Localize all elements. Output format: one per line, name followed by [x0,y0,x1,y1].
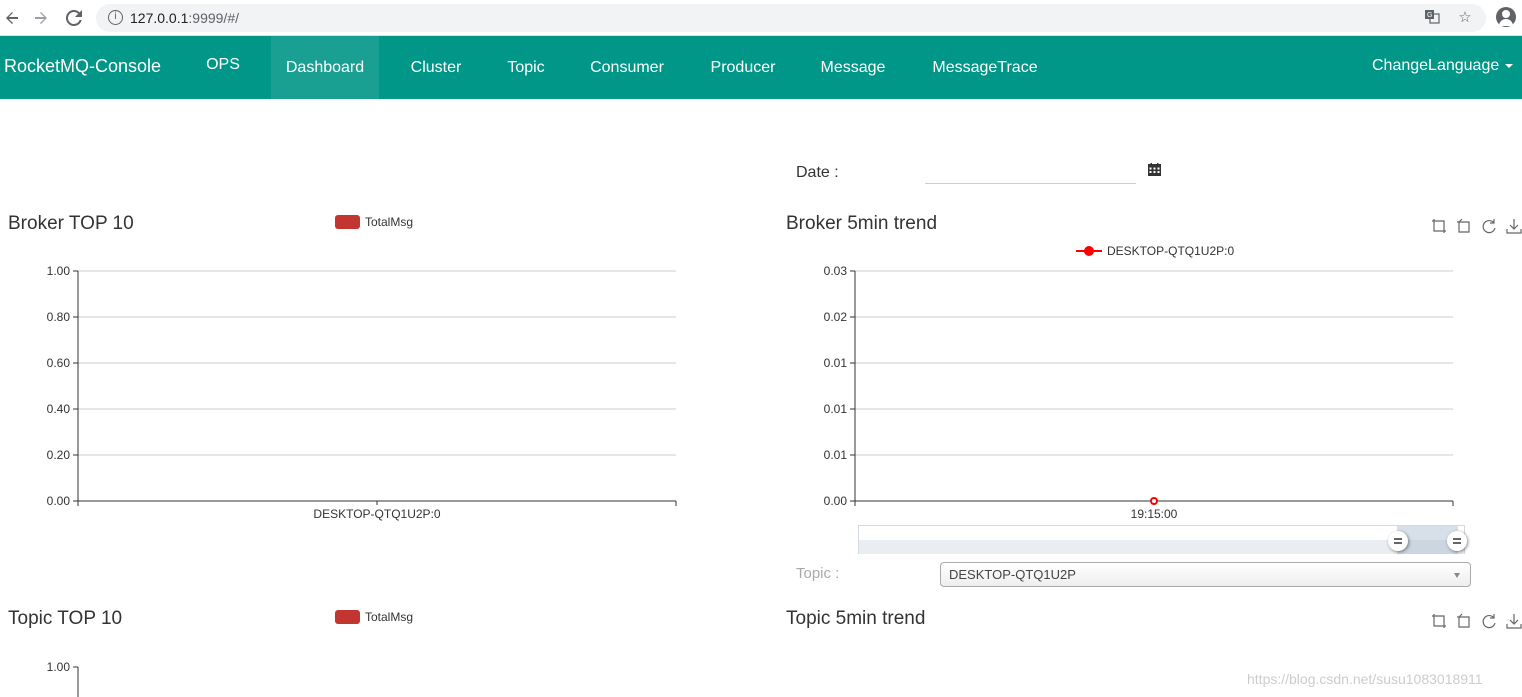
y-tick-label: 0.01 [824,448,848,462]
broker-top10-chart: 0.00 0.20 0.40 0.60 0.80 1.00 DESKTOP-QTQ1U2P:… [47,264,677,521]
nav-item-dashboard[interactable]: Dashboard [271,36,379,99]
browser-toolbar: i 127.0.0.1:9999/#/ G ☆ [0,0,1522,36]
datazoom-background [859,540,1464,554]
y-tick-label: 0.40 [47,402,71,416]
x-tick-label: DESKTOP-QTQ1U2P:0 [313,507,440,521]
zoom-icon[interactable] [1431,218,1447,234]
legend-label: TotalMsg [365,610,414,624]
broker-top10-legend[interactable]: TotalMsg [335,215,413,229]
topic-top10-legend[interactable]: TotalMsg [335,610,413,624]
nav-item-message[interactable]: Message [806,36,900,99]
y-tick-label: 0.80 [47,310,71,324]
address-bar[interactable]: i 127.0.0.1:9999/#/ G ☆ [96,4,1486,32]
nav-item-consumer[interactable]: Consumer [576,36,678,99]
caret-down-icon [1505,63,1514,68]
y-tick-label: 1.00 [47,660,71,674]
nav-item-messagetrace[interactable]: MessageTrace [918,36,1052,99]
y-tick-label: 0.00 [824,494,848,508]
y-tick-label: 0.60 [47,356,71,370]
date-input[interactable] [925,160,1136,184]
y-tick-label: 0.01 [824,402,848,416]
y-tick-label: 0.01 [824,356,848,370]
y-tick-label: 0.02 [824,310,848,324]
change-language-dropdown[interactable]: ChangeLanguage [1372,57,1514,75]
forward-arrow-icon[interactable] [29,6,53,30]
topic-top10-title: Topic TOP 10 [8,608,123,629]
star-icon[interactable]: ☆ [1455,8,1475,28]
url-text[interactable]: 127.0.0.1:9999/#/ [130,10,239,26]
brand-logo[interactable]: RocketMQ-Console [4,56,161,77]
app-navbar: RocketMQ-Console OPS Dashboard Cluster T… [0,36,1522,99]
restore-icon[interactable] [1481,218,1497,234]
calendar-icon[interactable] [1148,163,1161,176]
topic-select[interactable]: DESKTOP-QTQ1U2P [940,562,1471,587]
nav-item-topic[interactable]: Topic [492,36,560,99]
topic-label: Topic : [796,565,840,582]
topic-top10-chart: 1.00 [47,660,79,697]
datazoom-handle-end[interactable] [1447,531,1467,551]
topic-select-value: DESKTOP-QTQ1U2P [949,567,1076,582]
y-tick-label: 0.03 [824,264,848,278]
select-arrow-icon [1454,573,1460,578]
topic-trend-title: Topic 5min trend [786,608,926,629]
translate-icon[interactable]: G [1422,8,1442,28]
restore-icon[interactable] [1481,613,1497,629]
reload-icon[interactable] [62,6,86,30]
legend-swatch [335,610,360,624]
download-icon[interactable] [1506,218,1522,234]
broker-trend-chart: 0.00 0.01 0.01 0.01 0.02 0.03 19:15:00 [824,264,1454,521]
broker-trend-title: Broker 5min trend [786,213,938,234]
profile-icon[interactable] [1496,7,1516,27]
datazoom-slider[interactable] [858,525,1467,554]
legend-label: TotalMsg [365,215,414,229]
watermark: https://blog.csdn.net/susu1083018911 [1247,671,1483,687]
download-icon[interactable] [1506,613,1522,629]
nav-item-cluster[interactable]: Cluster [396,36,476,99]
x-tick-label: 19:15:00 [1131,507,1178,521]
topic-trend-toolbox [1431,613,1522,629]
date-label: Date : [796,164,839,181]
zoom-reset-icon[interactable] [1456,613,1472,629]
back-arrow-icon[interactable] [0,6,24,30]
y-tick-label: 1.00 [47,264,71,278]
nav-item-producer[interactable]: Producer [696,36,790,99]
line-point [1150,497,1158,505]
y-tick-label: 0.00 [47,494,71,508]
zoom-icon[interactable] [1431,613,1447,629]
zoom-reset-icon[interactable] [1456,218,1472,234]
nav-item-ops[interactable]: OPS [190,33,256,96]
legend-swatch [335,215,360,229]
broker-top10-title: Broker TOP 10 [8,213,134,234]
svg-text:G: G [1427,12,1432,19]
y-tick-label: 0.20 [47,448,71,462]
datazoom-handle-start[interactable] [1388,531,1408,551]
info-icon[interactable]: i [108,10,123,25]
change-language-label: ChangeLanguage [1372,57,1500,74]
broker-trend-toolbox [1431,218,1522,234]
